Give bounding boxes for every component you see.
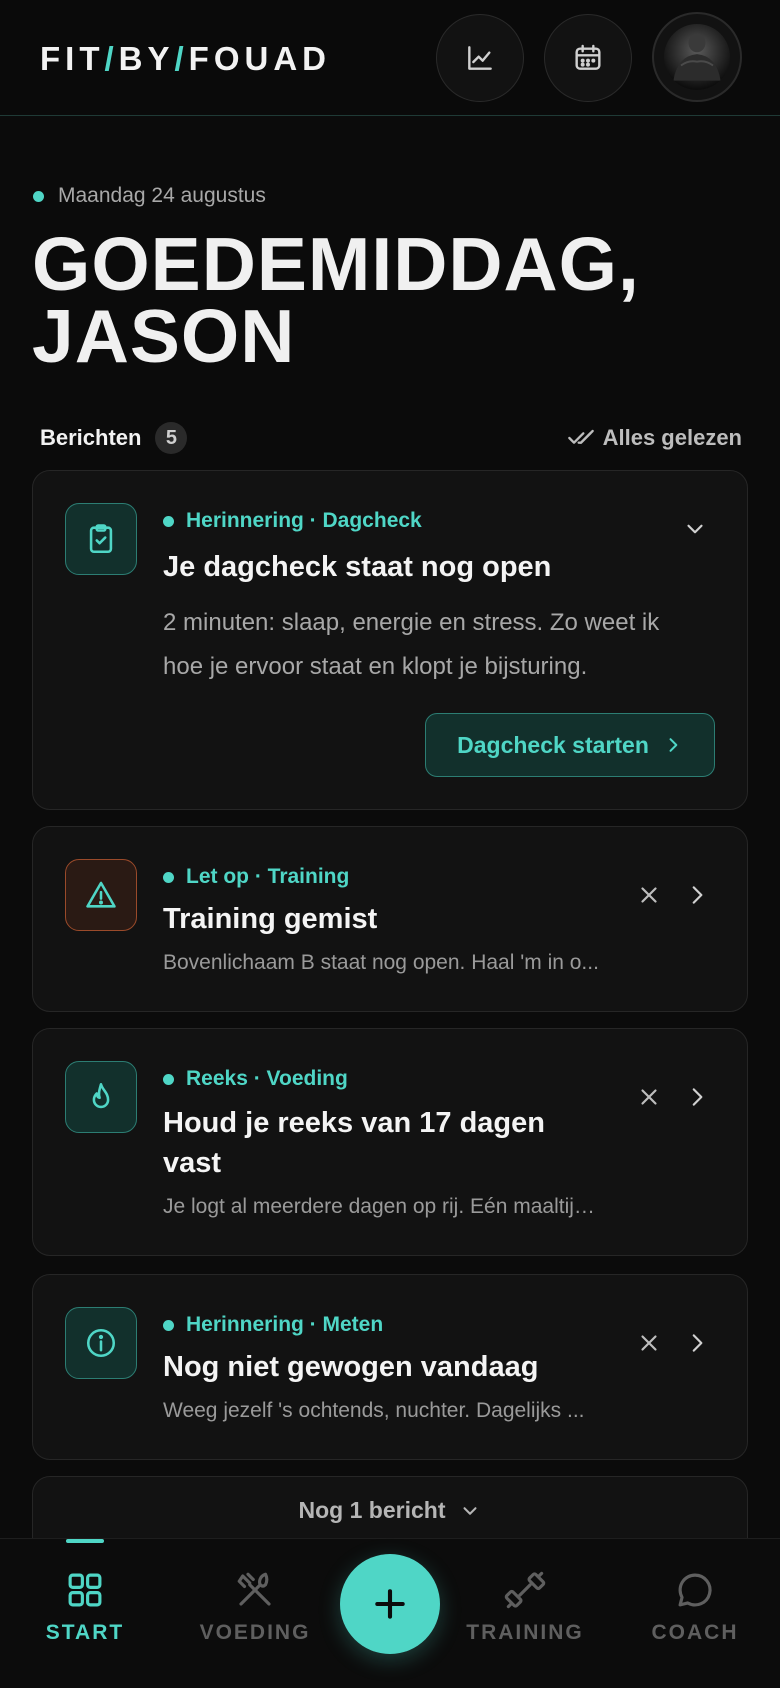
- info-circle-icon: [86, 1328, 116, 1358]
- close-icon: [641, 1335, 657, 1351]
- utensils-icon: [237, 1572, 271, 1606]
- message-card[interactable]: Herinnering · Dagcheck Je dagcheck staat…: [32, 470, 748, 810]
- message-title: Houd je reeks van 17 dagen vast: [163, 1103, 583, 1183]
- message-preview: Bovenlichaam B staat nog open. Haal 'm i…: [163, 951, 599, 974]
- status-dot: [33, 190, 44, 202]
- message-category: Reeks · Voeding: [163, 1067, 348, 1091]
- message-card[interactable]: Reeks · Voeding Houd je reeks van 17 dag…: [32, 1028, 748, 1256]
- message-category: Herinnering · Dagcheck: [163, 509, 422, 533]
- logo-part-fit: FIT: [40, 40, 105, 77]
- chevron-right-icon: [692, 1334, 703, 1352]
- message-title: Training gemist: [163, 903, 378, 935]
- collapse-button[interactable]: [679, 513, 711, 545]
- profile-photo-icon: [673, 33, 721, 81]
- nav-tab-training[interactable]: TRAINING: [460, 1569, 590, 1645]
- message-card[interactable]: Let op · Training Training gemist Bovenl…: [32, 826, 748, 1012]
- category-dot: [163, 515, 174, 527]
- avatar: [664, 24, 730, 90]
- message-category-label: Herinnering · Meten: [186, 1313, 384, 1336]
- date-row: Maandag 24 augustus: [33, 184, 266, 208]
- messages-header: Berichten 5: [40, 422, 188, 454]
- dismiss-button[interactable]: [633, 879, 665, 911]
- app-header: FIT / BY / FOUAD: [0, 0, 780, 116]
- message-title-line-1: Houd je reeks van 17 dagen: [163, 1107, 545, 1139]
- mark-all-read-button[interactable]: Alles gelezen: [567, 424, 742, 452]
- flame-icon: [92, 1082, 110, 1109]
- logo-part-by: BY: [118, 40, 175, 77]
- category-dot: [163, 871, 174, 883]
- message-card[interactable]: Herinnering · Meten Nog niet gewogen van…: [32, 1274, 748, 1460]
- nav-label: TRAINING: [466, 1621, 584, 1644]
- app-logo[interactable]: FIT / BY / FOUAD: [40, 40, 331, 78]
- mark-all-read-label: Alles gelezen: [602, 425, 742, 450]
- page-title: GOEDEMIDDAG, JASON: [32, 222, 752, 378]
- message-icon-box: [65, 1061, 137, 1133]
- message-title: Je dagcheck staat nog open: [163, 551, 552, 583]
- open-message-button[interactable]: [681, 1327, 713, 1359]
- calendar-icon: [575, 44, 601, 70]
- open-message-button[interactable]: [681, 879, 713, 911]
- message-icon-box: [65, 1307, 137, 1379]
- greeting-line-1: GOEDEMIDDAG,: [32, 222, 640, 306]
- active-tab-indicator: [66, 1539, 104, 1543]
- message-body: 2 minuten: slaap, energie en stress. Zo …: [163, 609, 660, 680]
- grid-icon: [68, 1573, 102, 1607]
- double-check-icon: [567, 429, 594, 444]
- dismiss-button[interactable]: [633, 1327, 665, 1359]
- chevron-right-icon: [692, 886, 703, 904]
- logo-slash-1: /: [104, 40, 119, 77]
- nav-label: START: [45, 1621, 125, 1644]
- chat-bubble-icon: [678, 1573, 712, 1607]
- calendar-button[interactable]: [544, 14, 632, 102]
- message-title: Nog niet gewogen vandaag: [163, 1351, 539, 1383]
- category-dot: [163, 1073, 174, 1085]
- category-dot: [163, 1319, 174, 1331]
- close-icon: [641, 887, 657, 903]
- message-category-label: Herinnering · Dagcheck: [186, 509, 422, 532]
- nav-tab-voeding[interactable]: VOEDING: [190, 1569, 320, 1645]
- message-category-label: Reeks · Voeding: [186, 1067, 348, 1090]
- open-message-button[interactable]: [681, 1081, 713, 1113]
- chevron-down-icon: [463, 1506, 477, 1515]
- start-daycheck-button[interactable]: Dagcheck starten: [425, 713, 715, 777]
- chevron-right-icon: [669, 738, 678, 752]
- messages-title: Berichten: [40, 425, 142, 450]
- nav-label: VOEDING: [199, 1621, 311, 1644]
- message-category: Herinnering · Meten: [163, 1313, 383, 1337]
- message-category-label: Let op · Training: [186, 865, 350, 888]
- message-preview: Weeg jezelf 's ochtends, nuchter. Dageli…: [163, 1399, 585, 1422]
- chevron-right-icon: [692, 1088, 703, 1106]
- dumbbell-icon: [504, 1571, 546, 1609]
- chevron-down-icon: [687, 524, 703, 534]
- progress-button[interactable]: [436, 14, 524, 102]
- logo-slash-2: /: [174, 40, 189, 77]
- plus-icon: [375, 1589, 405, 1619]
- message-category: Let op · Training: [163, 865, 349, 889]
- dismiss-button[interactable]: [633, 1081, 665, 1113]
- avatar-button[interactable]: [652, 12, 742, 102]
- nav-label: COACH: [651, 1621, 739, 1644]
- show-more-label: Nog 1 bericht: [298, 1497, 446, 1523]
- logo-part-fouad: FOUAD: [188, 40, 331, 77]
- nav-tab-start[interactable]: START: [20, 1569, 150, 1645]
- message-title-line-2: vast: [163, 1147, 222, 1179]
- nav-tab-coach[interactable]: COACH: [630, 1569, 760, 1645]
- current-date: Maandag 24 augustus: [58, 184, 266, 207]
- messages-count-badge: 5: [155, 422, 188, 454]
- warning-triangle-icon: [86, 881, 116, 908]
- add-button[interactable]: [340, 1554, 440, 1654]
- message-preview: Je logt al meerdere dagen op rij. Eén ma…: [163, 1195, 603, 1218]
- chart-line-icon: [468, 46, 492, 70]
- start-daycheck-label: Dagcheck starten: [457, 731, 649, 758]
- clipboard-check-icon: [89, 524, 113, 554]
- greeting-line-2: JASON: [32, 294, 296, 378]
- close-icon: [641, 1089, 657, 1105]
- message-icon-box: [65, 503, 137, 575]
- message-icon-box: [65, 859, 137, 931]
